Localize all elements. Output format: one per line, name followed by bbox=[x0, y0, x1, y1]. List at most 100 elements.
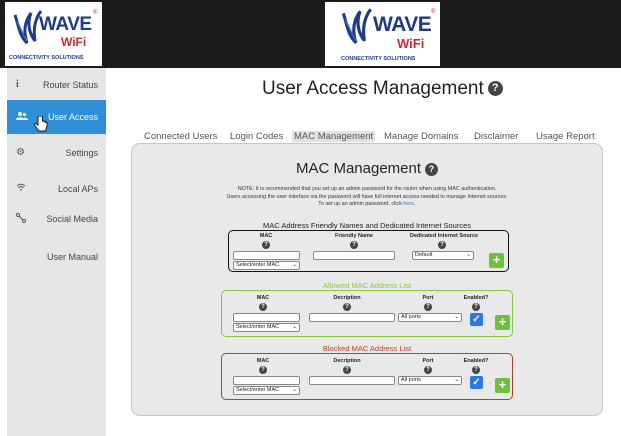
col-header-description: Decription bbox=[333, 358, 361, 364]
help-icon[interactable]: ? bbox=[472, 366, 480, 374]
note-line: Users accessing the user interface via t… bbox=[226, 193, 508, 200]
help-icon[interactable]: ? bbox=[472, 303, 480, 311]
blocked-mac-table: MAC Decription Port Enabled? ? ? ? ? Sel… bbox=[221, 353, 513, 400]
mac-select[interactable]: Select/enter MAC ⌄ bbox=[233, 386, 300, 395]
panel-title-text: MAC Management bbox=[295, 160, 422, 177]
mac-select-value: Select/enter MAC bbox=[236, 324, 280, 330]
mac-select[interactable]: Select/enter MAC ⌄ bbox=[233, 323, 300, 332]
port-select-value: All ports bbox=[401, 314, 421, 320]
users-icon bbox=[16, 111, 28, 124]
sidebar-item-label: Local APs bbox=[57, 184, 98, 194]
description-input[interactable] bbox=[309, 376, 395, 385]
brand-wifi-text: WiFi bbox=[397, 36, 425, 51]
note-line-text: To set up an admin password, click bbox=[318, 201, 404, 208]
mac-input[interactable] bbox=[233, 376, 300, 385]
friendly-name-input[interactable] bbox=[313, 251, 395, 260]
sidebar-item-label: User Manual bbox=[46, 252, 98, 262]
sidebar-item-local-aps[interactable]: Local APs bbox=[7, 172, 106, 206]
sidebar-item-settings[interactable]: ⚙ Settings bbox=[7, 136, 106, 170]
help-icon[interactable]: ? bbox=[262, 241, 270, 249]
enabled-checkbox[interactable]: ✓ bbox=[470, 376, 483, 389]
mac-select-value: Select/enter MAC bbox=[236, 262, 280, 268]
brand-logo[interactable]: WAVE ® WiFi CONNECTIVITY SOLUTIONS bbox=[5, 2, 102, 66]
add-friendly-name-button[interactable]: + bbox=[489, 253, 504, 268]
col-header-enabled: Enabled? bbox=[463, 358, 489, 364]
add-blocked-mac-button[interactable]: + bbox=[495, 378, 510, 393]
enabled-checkbox[interactable]: ✓ bbox=[470, 313, 483, 326]
tab-mac-management[interactable]: MAC Management bbox=[292, 131, 376, 142]
internet-source-select[interactable]: Default ⌄ bbox=[412, 251, 474, 260]
friendly-names-table: MAC Friendly Name Dedicated Internet Sou… bbox=[228, 230, 509, 272]
col-header-friendly-name: Friendly Name bbox=[335, 233, 373, 239]
help-icon[interactable]: ? bbox=[487, 81, 503, 97]
help-icon[interactable]: ? bbox=[350, 241, 358, 249]
tab-disclaimer[interactable]: Disclaimer bbox=[474, 131, 518, 142]
port-select[interactable]: All ports ⌄ bbox=[398, 376, 462, 385]
brand-wave-text: WAVE bbox=[39, 14, 92, 35]
logo-swirl-icon bbox=[341, 8, 372, 44]
note-line: NOTE: It is recommended that you set up … bbox=[237, 186, 497, 192]
brand-logo-center: WAVE ® WiFi CONNECTIVITY SOLUTIONS bbox=[325, 2, 440, 66]
help-icon[interactable]: ? bbox=[424, 366, 432, 374]
brand-tagline: CONNECTIVITY SOLUTIONS bbox=[9, 55, 84, 61]
tab-manage-domains[interactable]: Manage Domains bbox=[384, 131, 458, 142]
panel-title: MAC Management? bbox=[132, 160, 602, 177]
mac-management-panel: MAC Management? NOTE: It is recommended … bbox=[131, 143, 603, 416]
sidebar-item-user-manual[interactable]: User Manual bbox=[7, 240, 106, 274]
description-input[interactable] bbox=[309, 313, 395, 322]
port-select[interactable]: All ports ⌄ bbox=[398, 313, 462, 322]
chevron-down-icon: ⌄ bbox=[292, 324, 297, 330]
mac-input[interactable] bbox=[233, 251, 300, 260]
chevron-down-icon: ⌄ bbox=[466, 252, 471, 258]
sidebar: i Router Status User Access ⚙ Settings L… bbox=[7, 68, 106, 436]
mac-select-value: Select/enter MAC bbox=[236, 387, 280, 393]
blocked-list-title: Blocked MAC Address List bbox=[322, 344, 412, 353]
add-allowed-mac-button[interactable]: + bbox=[495, 315, 510, 330]
mac-select[interactable]: Select/enter MAC ⌄ bbox=[233, 261, 300, 270]
tab-login-codes[interactable]: Login Codes bbox=[230, 131, 283, 142]
sidebar-item-user-access[interactable]: User Access bbox=[7, 100, 106, 134]
help-icon[interactable]: ? bbox=[259, 303, 267, 311]
hand-cursor-icon bbox=[34, 115, 48, 139]
brand-tagline: CONNECTIVITY SOLUTIONS bbox=[341, 56, 416, 62]
allowed-list-title: Allowed MAC Address List bbox=[323, 281, 411, 290]
col-header-port: Port bbox=[422, 358, 434, 364]
help-icon[interactable]: ? bbox=[259, 366, 267, 374]
sidebar-item-label: Settings bbox=[65, 148, 98, 158]
chevron-down-icon: ⌄ bbox=[292, 262, 297, 268]
brand-wave-text: WAVE bbox=[373, 13, 432, 36]
chevron-down-icon: ⌄ bbox=[454, 377, 459, 383]
gears-icon: ⚙ bbox=[16, 147, 25, 158]
sidebar-item-label: Social Media bbox=[46, 214, 98, 224]
sidebar-item-social-media[interactable]: Social Media bbox=[7, 202, 106, 236]
tab-connected-users[interactable]: Connected Users bbox=[144, 131, 217, 142]
help-icon[interactable]: ? bbox=[425, 162, 439, 176]
friendly-names-title: MAC Address Friendly Names and Dedicated… bbox=[262, 221, 471, 230]
help-icon[interactable]: ? bbox=[438, 241, 446, 249]
col-header-description: Decription bbox=[333, 295, 361, 301]
sidebar-item-label: User Access bbox=[47, 112, 98, 122]
chevron-down-icon: ⌄ bbox=[454, 314, 459, 320]
brand-wifi-text: WiFi bbox=[61, 35, 87, 49]
col-header-mac: MAC bbox=[256, 358, 270, 364]
tab-usage-report[interactable]: Usage Report bbox=[536, 131, 595, 142]
col-header-internet-source: Dedicated Internet Source bbox=[409, 233, 479, 239]
brand-reg-mark: ® bbox=[93, 10, 98, 16]
help-icon[interactable]: ? bbox=[343, 366, 351, 374]
chevron-down-icon: ⌄ bbox=[292, 387, 297, 393]
col-header-enabled: Enabled? bbox=[463, 295, 489, 301]
internet-source-value: Default bbox=[415, 252, 433, 258]
info-icon: i bbox=[16, 79, 19, 90]
col-header-mac: MAC bbox=[256, 295, 270, 301]
mac-input[interactable] bbox=[233, 313, 300, 322]
brand-reg-mark: ® bbox=[431, 9, 436, 15]
help-icon[interactable]: ? bbox=[343, 303, 351, 311]
sidebar-item-router-status[interactable]: i Router Status bbox=[7, 68, 106, 102]
allowed-mac-table: MAC Decription Port Enabled? ? ? ? ? Sel… bbox=[221, 290, 513, 337]
wifi-icon bbox=[16, 183, 26, 194]
admin-password-link[interactable]: here. bbox=[403, 201, 415, 207]
page-title-text: User Access Management bbox=[262, 78, 484, 99]
help-icon[interactable]: ? bbox=[424, 303, 432, 311]
port-select-value: All ports bbox=[401, 377, 421, 383]
admin-password-note: NOTE: It is recommended that you set up … bbox=[142, 186, 592, 209]
